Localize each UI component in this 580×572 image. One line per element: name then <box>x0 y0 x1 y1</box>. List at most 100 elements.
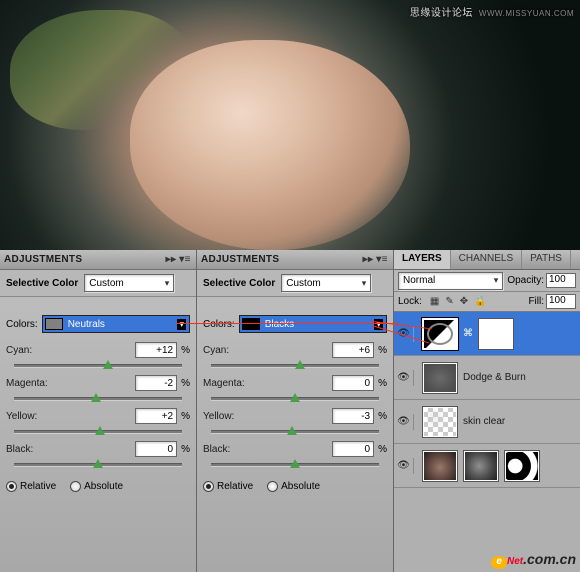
colors-label: Colors: <box>6 319 38 330</box>
slider-label: Black: <box>6 444 135 455</box>
layer-thumb[interactable] <box>504 450 540 482</box>
method-radios: Relative Absolute <box>0 471 196 498</box>
lock-transparent-icon[interactable]: ▦ <box>430 296 439 307</box>
slider-thumb-icon[interactable] <box>290 393 300 402</box>
layer-row[interactable]: 👁⌘ <box>394 312 580 356</box>
lock-all-icon[interactable]: 🔒 <box>474 296 486 307</box>
slider-label: Magenta: <box>6 378 135 389</box>
slider-thumb-icon[interactable] <box>287 426 297 435</box>
menu-icon[interactable]: ▾≡ <box>375 253 389 267</box>
relative-radio[interactable]: Relative <box>203 481 253 492</box>
menu-icon[interactable]: ▾≡ <box>178 253 192 267</box>
layer-thumb[interactable] <box>422 406 458 438</box>
slider-value-input[interactable] <box>332 441 374 457</box>
slider-track[interactable] <box>14 360 182 372</box>
slider-row: Black:% <box>0 438 196 471</box>
slider-track[interactable] <box>211 459 379 471</box>
layer-row[interactable]: 👁 skin clear <box>394 400 580 444</box>
visibility-eye-icon[interactable]: 👁 <box>398 458 414 474</box>
tab-paths[interactable]: PATHS <box>522 250 571 269</box>
slider-label: Yellow: <box>203 411 332 422</box>
collapse-icon[interactable]: ▸▸ <box>164 253 178 267</box>
percent-sign: % <box>378 411 387 422</box>
absolute-radio[interactable]: Absolute <box>70 481 123 492</box>
slider-value-input[interactable] <box>135 375 177 391</box>
layer-row[interactable]: 👁 Dodge & Burn <box>394 356 580 400</box>
mask-thumb[interactable] <box>478 318 514 350</box>
preset-dropdown[interactable]: Custom <box>84 274 174 292</box>
lock-pixels-icon[interactable]: ✎ <box>445 296 453 307</box>
adjustment-thumb[interactable] <box>422 318 458 350</box>
slider-value-input[interactable] <box>332 408 374 424</box>
slider-row: Cyan:% <box>0 339 196 372</box>
preset-dropdown[interactable]: Custom <box>281 274 371 292</box>
slider-track[interactable] <box>211 426 379 438</box>
slider-track[interactable] <box>211 360 379 372</box>
colors-dropdown-blacks[interactable]: Blacks <box>239 315 387 333</box>
slider-track[interactable] <box>14 459 182 471</box>
slider-label: Black: <box>203 444 332 455</box>
slider-thumb-icon[interactable] <box>93 459 103 468</box>
slider-track[interactable] <box>211 393 379 405</box>
slider-value-input[interactable] <box>135 342 177 358</box>
slider-value-input[interactable] <box>135 408 177 424</box>
percent-sign: % <box>181 345 190 356</box>
opacity-input[interactable]: 100 <box>546 273 576 288</box>
slider-thumb-icon[interactable] <box>290 459 300 468</box>
colors-dropdown-neutrals[interactable]: Neutrals <box>42 315 190 333</box>
fill-label: Fill: <box>528 296 544 307</box>
percent-sign: % <box>378 345 387 356</box>
adjustment-title: Selective Color <box>203 278 275 289</box>
slider-thumb-icon[interactable] <box>295 360 305 369</box>
layers-panel: LAYERS CHANNELS PATHS Normal Opacity: 10… <box>394 250 580 572</box>
lock-label: Lock: <box>398 296 422 307</box>
collapse-icon[interactable]: ▸▸ <box>361 253 375 267</box>
slider-value-input[interactable] <box>135 441 177 457</box>
adjustment-title: Selective Color <box>6 278 78 289</box>
fill-input[interactable]: 100 <box>546 294 576 309</box>
black-swatch-icon <box>242 318 260 330</box>
relative-radio[interactable]: Relative <box>6 481 56 492</box>
layer-thumb[interactable] <box>422 362 458 394</box>
visibility-eye-icon[interactable]: 👁 <box>398 414 414 430</box>
slider-row: Cyan:% <box>197 339 393 372</box>
layer-name-label[interactable]: Dodge & Burn <box>463 372 526 383</box>
layer-thumb[interactable] <box>463 450 499 482</box>
slider-value-input[interactable] <box>332 375 374 391</box>
percent-sign: % <box>181 411 190 422</box>
slider-label: Yellow: <box>6 411 135 422</box>
layer-row[interactable]: 👁 <box>394 444 580 488</box>
watermark-top: 思缘设计论坛WWW.MISSYUAN.COM <box>410 4 574 19</box>
slider-row: Yellow:% <box>197 405 393 438</box>
colors-label: Colors: <box>203 319 235 330</box>
method-radios: Relative Absolute <box>197 471 393 498</box>
slider-label: Cyan: <box>203 345 332 356</box>
absolute-radio[interactable]: Absolute <box>267 481 320 492</box>
main-photo: 思缘设计论坛WWW.MISSYUAN.COM <box>0 0 580 250</box>
visibility-eye-icon[interactable]: 👁 <box>398 370 414 386</box>
watermark-bottom: eNet.com.cn <box>491 547 576 570</box>
slider-thumb-icon[interactable] <box>103 360 113 369</box>
tab-channels[interactable]: CHANNELS <box>451 250 522 269</box>
percent-sign: % <box>378 378 387 389</box>
adjustments-panel-1: ADJUSTMENTS ▸▸ ▾≡ Selective Color Custom… <box>0 250 197 572</box>
slider-track[interactable] <box>14 426 182 438</box>
layer-name-label[interactable]: skin clear <box>463 416 505 427</box>
adjustments-panel-2: ADJUSTMENTS ▸▸ ▾≡ Selective Color Custom… <box>197 250 394 572</box>
layer-thumb[interactable] <box>422 450 458 482</box>
slider-label: Magenta: <box>203 378 332 389</box>
slider-value-input[interactable] <box>332 342 374 358</box>
panel-header: ADJUSTMENTS ▸▸ ▾≡ <box>197 250 393 270</box>
lock-position-icon[interactable]: ✥ <box>460 296 468 307</box>
slider-row: Yellow:% <box>0 405 196 438</box>
percent-sign: % <box>378 444 387 455</box>
slider-thumb-icon[interactable] <box>91 393 101 402</box>
blend-mode-dropdown[interactable]: Normal <box>398 272 503 290</box>
link-icon[interactable]: ⌘ <box>463 328 473 339</box>
slider-thumb-icon[interactable] <box>95 426 105 435</box>
slider-track[interactable] <box>14 393 182 405</box>
percent-sign: % <box>181 444 190 455</box>
percent-sign: % <box>181 378 190 389</box>
opacity-label: Opacity: <box>507 275 544 286</box>
tab-layers[interactable]: LAYERS <box>394 250 451 269</box>
